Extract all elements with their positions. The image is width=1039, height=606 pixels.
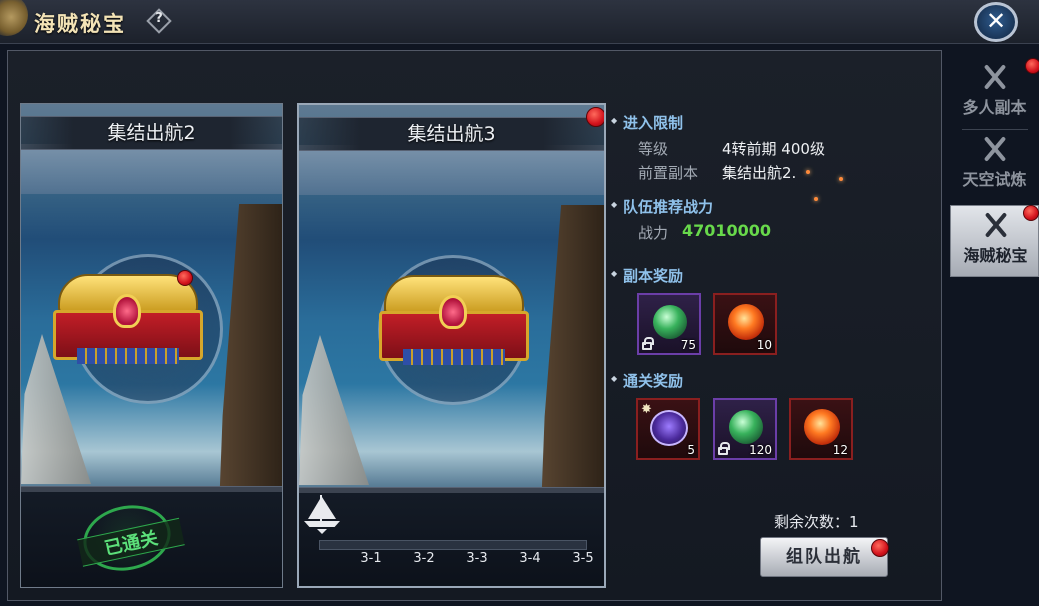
dungeon-card-1[interactable]: 集结出航2 已通关 — [20, 103, 283, 588]
stage-progress-track — [319, 540, 587, 550]
tab-notification-dot — [1023, 205, 1039, 221]
sail-art — [299, 335, 369, 485]
stage-label-3-5: 3-5 — [572, 551, 594, 566]
question-icon: ? — [155, 11, 163, 26]
tab-label: 海贼秘宝 — [963, 246, 1028, 265]
lock-icon — [642, 337, 654, 350]
team-sail-button[interactable]: 组队出航 — [760, 537, 888, 577]
green-orb-icon — [729, 410, 763, 444]
spark-effect — [806, 170, 810, 174]
stage-label-3-4: 3-4 — [519, 551, 541, 566]
item-count: 12 — [832, 443, 848, 457]
tab-label: 多人副本 — [962, 98, 1027, 117]
card-notification-dot — [586, 107, 604, 127]
reward-item-fire-orb[interactable]: 10 — [713, 293, 777, 355]
item-count: 10 — [756, 338, 772, 352]
chest-gem — [439, 295, 467, 329]
reward-item-rune[interactable]: ✸ 5 — [636, 398, 700, 460]
card-title: 集结出航3 — [299, 117, 604, 151]
star-icon: ✸ — [641, 402, 652, 417]
tab-label: 天空试炼 — [962, 170, 1027, 189]
spark-effect — [839, 177, 843, 181]
chest-gem — [113, 294, 141, 328]
level-value: 4转前期 400级 — [722, 140, 825, 158]
spark-effect — [814, 197, 818, 201]
stage-label-3-2: 3-2 — [413, 551, 435, 566]
power-value: 47010000 — [682, 221, 772, 240]
item-count: 120 — [749, 443, 772, 457]
prereq-label: 前置副本 — [638, 164, 699, 182]
dungeon-rewards-header: 副本奖励 — [611, 265, 683, 286]
item-count: 75 — [680, 338, 696, 352]
remaining-attempts: 剩余次数：1 — [774, 513, 859, 531]
help-button[interactable]: ? — [146, 8, 172, 34]
level-label: 等级 — [638, 140, 669, 158]
entry-limit-header: 进入限制 — [611, 112, 683, 133]
stage-label-3-1: 3-1 — [360, 551, 382, 566]
rune-icon — [650, 410, 688, 446]
reward-item-green-orb[interactable]: 120 — [713, 398, 777, 460]
chest-trim — [403, 349, 505, 365]
stage-label-3-3: 3-3 — [466, 551, 488, 566]
tab-sky-trial[interactable]: 天空试炼 — [950, 130, 1039, 196]
treasure-chest-icon[interactable] — [53, 274, 203, 366]
power-header: 队伍推荐战力 — [611, 196, 713, 217]
item-count: 5 — [687, 443, 695, 457]
title-ornament — [0, 0, 28, 36]
tab-notification-dot — [1025, 58, 1039, 74]
harbor-art — [21, 144, 282, 194]
clear-rewards-header: 通关奖励 — [611, 370, 683, 391]
lock-icon — [718, 442, 730, 455]
reward-item-fire-orb[interactable]: 12 — [789, 398, 853, 460]
prereq-value: 集结出航2. — [722, 164, 797, 182]
treasure-chest-icon[interactable] — [379, 275, 529, 367]
crossed-swords-icon — [981, 210, 1011, 240]
card-title: 集结出航2 — [21, 116, 282, 150]
fire-orb-icon — [804, 409, 840, 445]
fire-orb-icon — [728, 304, 764, 340]
crossed-swords-icon — [980, 62, 1010, 92]
close-button[interactable]: ✕ — [974, 2, 1018, 42]
harbor-art — [299, 145, 604, 195]
button-notification-dot — [871, 539, 889, 557]
green-orb-icon — [653, 305, 687, 339]
power-label: 战力 — [638, 224, 669, 242]
chest-trim — [77, 348, 179, 364]
reward-notification-dot — [177, 270, 193, 286]
info-panel: 进入限制 等级 4转前期 400级 前置副本 集结出航2. 队伍推荐战力 战力 … — [611, 104, 928, 484]
reward-item-green-orb[interactable]: 75 — [637, 293, 701, 355]
window-title: 海贼秘宝 — [34, 11, 126, 36]
sailboat-icon — [304, 493, 340, 534]
crossed-swords-icon — [980, 134, 1010, 164]
dungeon-card-2[interactable]: 集结出航3 3-1 3-2 3-3 3-4 3-5 — [297, 103, 606, 588]
title-bar: 海贼秘宝 ? — [0, 0, 1039, 44]
